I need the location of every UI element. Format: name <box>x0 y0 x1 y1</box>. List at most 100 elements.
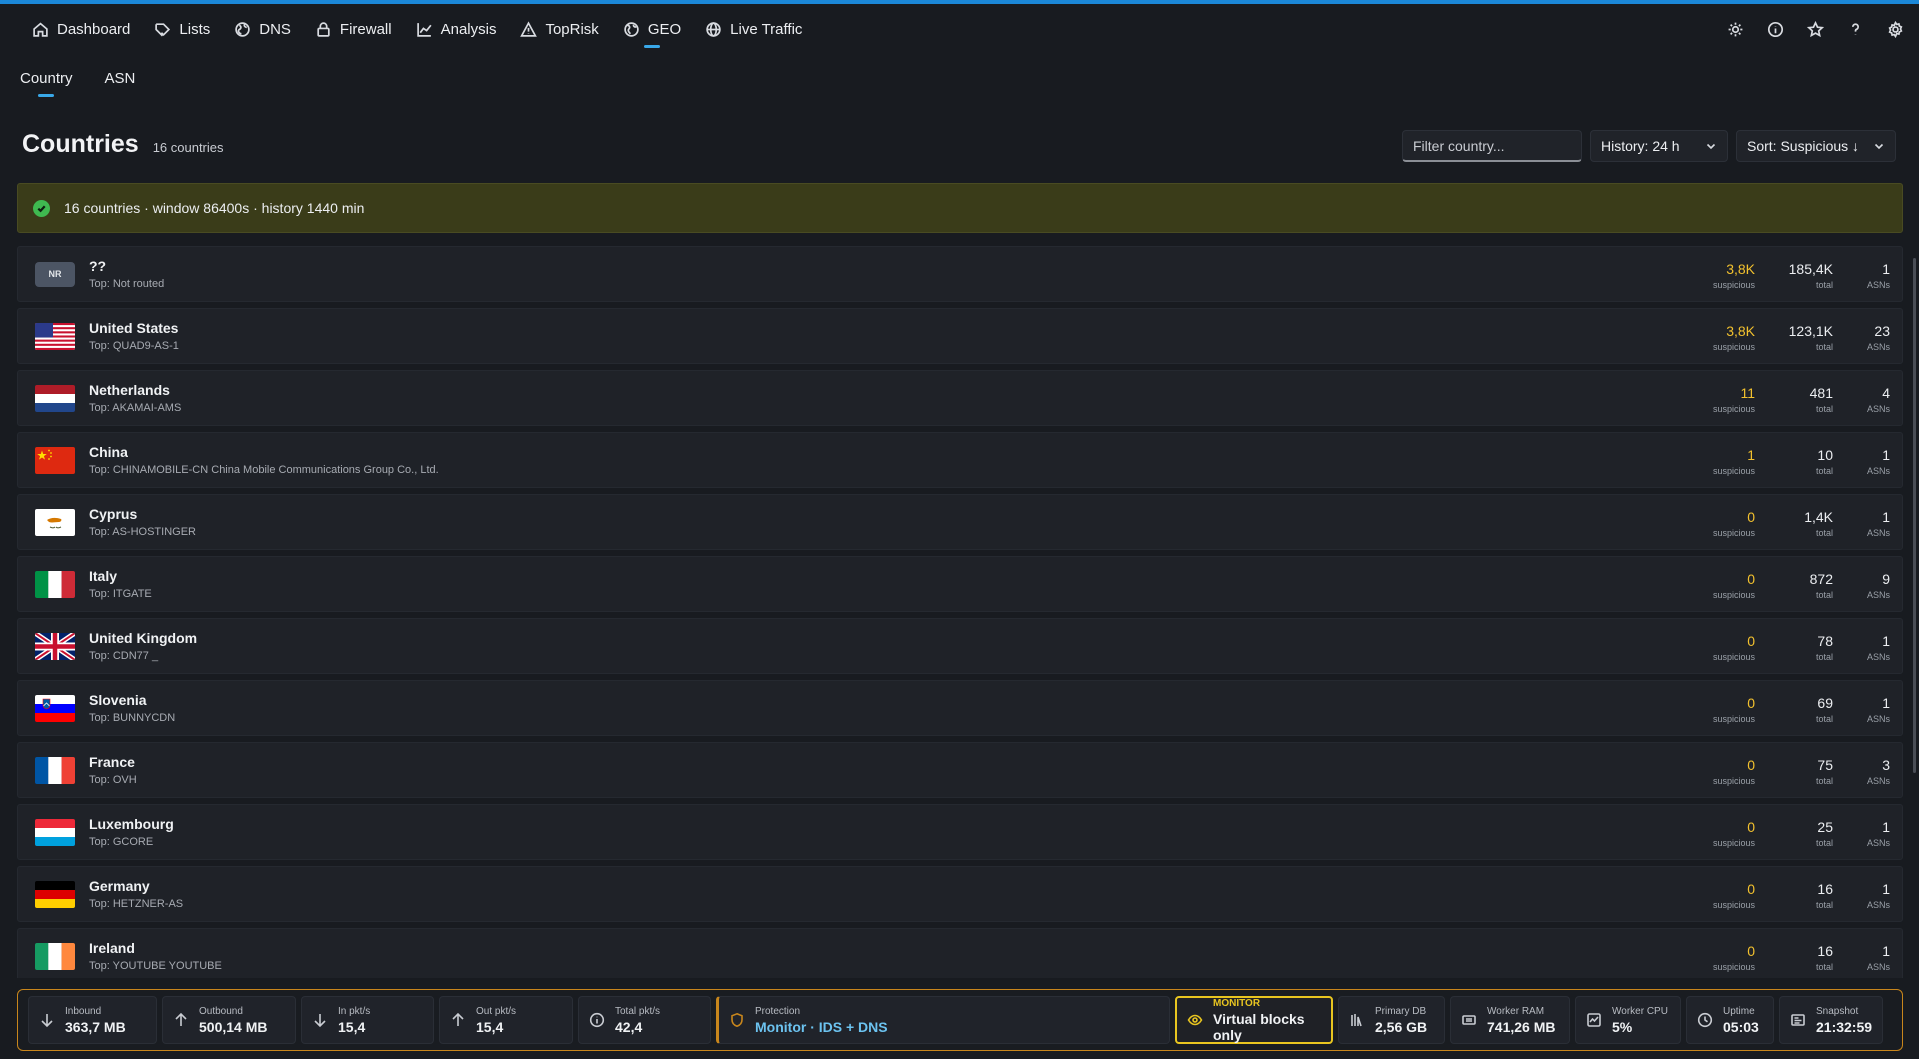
country-top-asn: Top: ITGATE <box>89 588 152 600</box>
country-row[interactable]: Cyprus Top: AS-HOSTINGER 0 suspicious 1,… <box>17 494 1903 550</box>
tag-icon <box>155 22 171 36</box>
history-select[interactable]: History: 24 h <box>1590 130 1728 162</box>
total-value: 481 <box>1809 384 1833 401</box>
country-row[interactable]: Germany Top: HETZNER-AS 0 suspicious 16 … <box>17 866 1903 922</box>
snapshot-icon <box>1791 1014 1805 1026</box>
top-nav: Dashboard Lists DNS Firewall Analysis To… <box>0 4 1919 54</box>
country-row[interactable]: Netherlands Top: AKAMAI-AMS 11 suspiciou… <box>17 370 1903 426</box>
flag-us-icon <box>35 322 75 350</box>
status-monitor-mode[interactable]: MONITOR Virtual blocks only <box>1175 996 1333 1044</box>
total-value: 872 <box>1809 570 1833 587</box>
nav-item-dns[interactable]: DNS <box>222 4 303 54</box>
nav-item-toprisk[interactable]: TopRisk <box>508 4 610 54</box>
country-row[interactable]: France Top: OVH 0 suspicious 75 total 3 … <box>17 742 1903 798</box>
country-list: NR ?? Top: Not routed 3,8K suspicious 18… <box>17 246 1903 978</box>
total-value: 185,4K <box>1788 260 1833 277</box>
arrow-down-icon <box>314 1014 326 1028</box>
status-protection: Protection Monitor · IDS + DNS <box>716 996 1170 1044</box>
arrow-up-icon <box>452 1012 464 1026</box>
country-stats: 0 suspicious 16 total 1 ASNs <box>1675 867 1890 923</box>
country-name: ?? <box>89 258 107 274</box>
asns-value: 1 <box>1882 508 1890 525</box>
asns-value: 1 <box>1882 260 1890 277</box>
nav-label: GEO <box>647 20 682 38</box>
nav-item-geo[interactable]: GEO <box>611 4 693 54</box>
chart-icon <box>416 22 432 37</box>
settings-button[interactable] <box>1875 9 1915 49</box>
nav-item-firewall[interactable]: Firewall <box>303 4 404 54</box>
info-text: 16 countries · window 86400s · history 1… <box>64 200 365 216</box>
filter-country-input[interactable] <box>1402 130 1582 162</box>
nav-label: TopRisk <box>545 20 599 38</box>
asns-label: ASNs <box>1866 527 1890 538</box>
status-value: Virtual blocks only <box>1213 1010 1305 1043</box>
country-row[interactable]: Italy Top: ITGATE 0 suspicious 872 total… <box>17 556 1903 612</box>
nav-item-lists[interactable]: Lists <box>142 4 222 54</box>
status-value: Monitor · IDS + DNS <box>755 1018 888 1035</box>
country-stats: 0 suspicious 25 total 1 ASNs <box>1675 805 1890 861</box>
total-stat: 78 total <box>1758 633 1833 662</box>
flag-cn-icon <box>35 446 75 474</box>
asns-stat: 1 ASNs <box>1835 819 1890 848</box>
total-value: 25 <box>1817 818 1833 835</box>
status-total-pkt: Total pkt/s 42,4 <box>578 996 711 1044</box>
country-top-asn: Top: YOUTUBE YOUTUBE <box>89 960 222 972</box>
nav-item-dashboard[interactable]: Dashboard <box>20 4 142 54</box>
country-stats: 0 suspicious 872 total 9 ASNs <box>1675 557 1890 613</box>
total-value: 78 <box>1817 632 1833 649</box>
favorites-button[interactable] <box>1795 9 1835 49</box>
country-row[interactable]: United States Top: QUAD9-AS-1 3,8K suspi… <box>17 308 1903 364</box>
total-value: 75 <box>1817 756 1833 773</box>
status-label: In pkt/s <box>338 1005 371 1017</box>
country-top-asn: Top: CHINAMOBILE-CN China Mobile Communi… <box>89 464 439 476</box>
country-row[interactable]: Luxembourg Top: GCORE 0 suspicious 25 to… <box>17 804 1903 860</box>
sort-select[interactable]: Sort: Suspicious ↓ <box>1736 130 1896 162</box>
country-stats: 11 suspicious 481 total 4 ASNs <box>1675 371 1890 427</box>
status-uptime: Uptime 05:03 <box>1686 996 1774 1044</box>
status-worker-ram: Worker RAM 741,26 MB <box>1450 996 1570 1044</box>
total-value: 10 <box>1817 446 1833 463</box>
suspicious-value: 3,8K <box>1726 322 1755 339</box>
list-scrollbar[interactable] <box>1913 258 1916 773</box>
flag-cy-icon <box>35 508 75 536</box>
shield-icon <box>731 1012 743 1028</box>
asns-label: ASNs <box>1866 589 1890 600</box>
asns-value: 1 <box>1882 694 1890 711</box>
country-row[interactable]: China Top: CHINAMOBILE-CN China Mobile C… <box>17 432 1903 488</box>
theme-toggle-button[interactable] <box>1715 9 1755 49</box>
nav-item-analysis[interactable]: Analysis <box>404 4 509 54</box>
asns-label: ASNs <box>1866 403 1890 414</box>
suspicious-label: suspicious <box>1712 961 1755 972</box>
total-label: total <box>1815 589 1833 600</box>
suspicious-value: 0 <box>1747 508 1755 525</box>
country-top-asn: Top: QUAD9-AS-1 <box>89 340 179 352</box>
nav-item-live-traffic[interactable]: Live Traffic <box>693 4 814 54</box>
suspicious-value: 11 <box>1740 384 1755 401</box>
total-stat: 872 total <box>1758 571 1833 600</box>
status-label: Worker CPU <box>1612 1005 1668 1017</box>
status-value: 363,7 MB <box>65 1018 126 1035</box>
info-button[interactable] <box>1755 9 1795 49</box>
country-row[interactable]: NR ?? Top: Not routed 3,8K suspicious 18… <box>17 246 1903 302</box>
eye-icon <box>1187 1014 1203 1026</box>
suspicious-value: 0 <box>1747 818 1755 835</box>
total-stat: 25 total <box>1758 819 1833 848</box>
total-stat: 123,1K total <box>1758 323 1833 352</box>
help-button[interactable] <box>1835 9 1875 49</box>
country-row[interactable]: Ireland Top: YOUTUBE YOUTUBE 0 suspiciou… <box>17 928 1903 978</box>
status-label: Out pkt/s <box>476 1005 517 1017</box>
not-routed-badge: NR <box>35 261 75 287</box>
arrow-up-icon <box>175 1012 187 1026</box>
tab-asn[interactable]: ASN <box>105 70 136 97</box>
asns-stat: 9 ASNs <box>1835 571 1890 600</box>
asns-label: ASNs <box>1866 465 1890 476</box>
total-stat: 185,4K total <box>1758 261 1833 290</box>
country-row[interactable]: Slovenia Top: BUNNYCDN 0 suspicious 69 t… <box>17 680 1903 736</box>
country-row[interactable]: United Kingdom Top: CDN77 _ 0 suspicious… <box>17 618 1903 674</box>
asns-label: ASNs <box>1866 837 1890 848</box>
suspicious-value: 0 <box>1747 632 1755 649</box>
sun-icon <box>1728 22 1742 36</box>
status-value: 05:03 <box>1723 1018 1759 1035</box>
tab-country[interactable]: Country <box>20 70 73 97</box>
country-top-asn: Top: AS-HOSTINGER <box>89 526 196 538</box>
